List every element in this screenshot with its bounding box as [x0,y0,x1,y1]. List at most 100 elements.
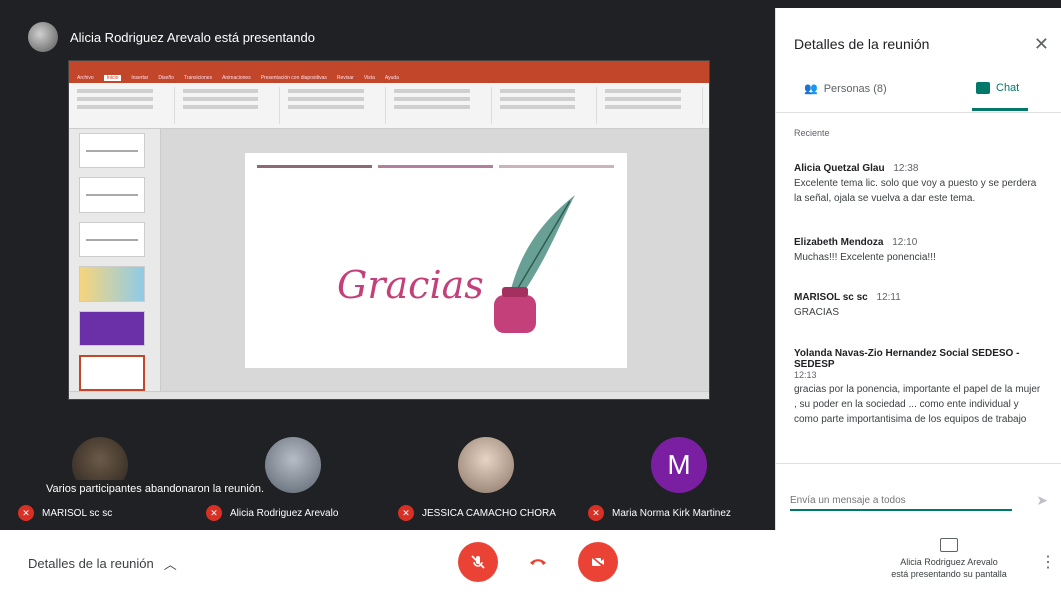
slide-canvas: Gracias [161,129,709,391]
more-options-icon[interactable]: ⋮ [1040,552,1056,572]
mic-off-icon [471,555,485,569]
tab-underline [972,108,1028,111]
panel-title: Detalles de la reunión [794,36,930,52]
ribbon-group [286,87,387,124]
ppt-body: Gracias [69,129,709,392]
chat-message: Yolanda Navas-Zio Hernandez Social SEDES… [794,348,1044,427]
message-author: Yolanda Navas-Zio Hernandez Social SEDES… [794,348,1020,370]
mic-off-icon: ✕ [206,505,222,521]
message-author: Elizabeth Mendoza [794,237,884,248]
message-text: GRACIAS [794,307,840,318]
slide-gracias-text: Gracias [337,263,484,307]
message-time: 12:38 [893,163,919,174]
chevron-up-icon: ︿ [163,557,177,572]
participant-name-tag: ✕ JESSICA CAMACHO CHORA [398,505,556,521]
ribbon-group [392,87,492,124]
slide-thumbnail-selected [79,355,145,392]
message-header: Elizabeth Mendoza 12:10 [794,237,1044,248]
hang-up-button[interactable] [518,542,558,582]
ppt-tab: Animaciones [222,75,251,81]
mic-off-icon: ✕ [588,505,604,521]
slide: Gracias [245,153,627,368]
meet-window: Alicia Rodriguez Arevalo está presentand… [0,0,1061,592]
message-header: Alicia Quetzal Glau 12:38 [794,163,1044,174]
ppt-ribbon [69,83,709,129]
ppt-tab: Insertar [131,75,149,81]
camera-toggle-button[interactable] [578,542,618,582]
chat-message: Alicia Quetzal Glau 12:38 Excelente tema… [794,163,1044,206]
presenting-line-1: Alicia Rodriguez Arevalo [900,557,998,567]
chat-message: MARISOL sc sc 12:11 GRACIAS [794,292,1044,320]
participant-photo[interactable] [265,437,321,493]
chat-compose: ➤ [776,463,1061,530]
meeting-details-button[interactable]: Detalles de la reunión ︿ [28,554,177,573]
camera-off-icon [590,555,606,569]
message-time: 12:13 [794,370,817,380]
ppt-tab: Diseño [158,75,174,81]
presenter-header: Alicia Rodriguez Arevalo está presentand… [28,22,315,52]
main-stage: Alicia Rodriguez Arevalo está presentand… [0,0,775,530]
participant-photo[interactable] [458,437,514,493]
presenter-avatar [28,22,58,52]
slide-thumbnail [79,266,145,302]
ribbon-group [498,87,598,124]
ribbon-group [181,87,281,124]
slide-thumbnail [79,133,145,169]
message-author: Alicia Quetzal Glau [794,163,885,174]
quill-ink-illustration [494,195,575,333]
message-text: Excelente tema lic. solo que voy a puest… [794,178,1037,204]
ribbon-group [75,87,175,124]
ppt-menu: Archivo Inicio Insertar Diseño Transicio… [69,73,709,83]
presenting-indicator[interactable]: Alicia Rodriguez Arevalo está presentand… [874,538,1024,580]
participant-name: JESSICA CAMACHO CHORA [422,507,556,519]
close-icon[interactable]: ✕ [1034,34,1049,55]
meeting-details-panel: Detalles de la reunión ✕ 👥 Personas (8) … [775,8,1061,530]
mic-off-icon: ✕ [18,505,34,521]
participant-name: MARISOL sc sc [42,507,113,519]
ppt-tab: Presentación con diapositivas [260,75,327,81]
chat-input[interactable] [790,491,1012,511]
message-header: MARISOL sc sc 12:11 [794,292,1044,303]
participant-initial-avatar[interactable]: M [651,437,707,493]
participant-name: Maria Norma Kirk Martinez [612,507,731,519]
ppt-tab: Transiciones [183,75,213,81]
bottom-bar: Detalles de la reunión ︿ Alicia Rodrigue… [0,530,1061,592]
chat-section-label: Reciente [794,128,830,138]
phone-hangup-icon [530,559,546,565]
slide-bar [378,165,493,168]
send-icon[interactable]: ➤ [1036,492,1048,509]
mic-toggle-button[interactable] [458,542,498,582]
chat-icon [976,82,990,94]
ppt-titlebar [69,61,709,73]
ribbon-group [603,87,704,124]
tab-people-label: Personas (8) [823,82,887,95]
slide-thumbnail [79,177,145,213]
chat-message: Elizabeth Mendoza 12:10 Muchas!!! Excele… [794,237,1044,265]
message-time: 12:10 [892,237,918,248]
ppt-tab-active: Inicio [103,75,122,81]
message-text: gracias por la ponencia, importante el p… [794,384,1041,425]
tab-people[interactable]: 👥 Personas (8) [804,82,887,96]
present-screen-icon [940,538,958,552]
meeting-details-label: Detalles de la reunión [28,556,154,571]
presenter-banner: Alicia Rodriguez Arevalo está presentand… [70,29,315,45]
participant-name-tag: ✕ Maria Norma Kirk Martinez [588,505,731,521]
people-icon: 👥 [804,83,818,95]
participant-name: Alicia Rodriguez Arevalo [230,507,339,519]
ppt-tab: Ayuda [384,75,399,81]
slide-bar [257,165,372,168]
tab-chat-label: Chat [996,82,1020,94]
ppt-status-bar [69,391,709,399]
mic-off-icon: ✕ [398,505,414,521]
slide-thumbnail [79,310,145,347]
presenting-line-2: está presentando su pantalla [891,569,1007,579]
slide-bar [499,165,614,168]
ppt-tab: Vista [363,75,375,81]
message-header: Yolanda Navas-Zio Hernandez Social SEDES… [794,348,1044,370]
message-text: Muchas!!! Excelente ponencia!!! [794,252,936,263]
tab-chat[interactable]: Chat [976,82,1019,94]
panel-divider [776,112,1061,113]
slide-thumbnails [69,129,161,392]
notification-toast: Varios participantes abandonaron la reun… [40,480,271,498]
slide-thumbnail [79,221,145,258]
